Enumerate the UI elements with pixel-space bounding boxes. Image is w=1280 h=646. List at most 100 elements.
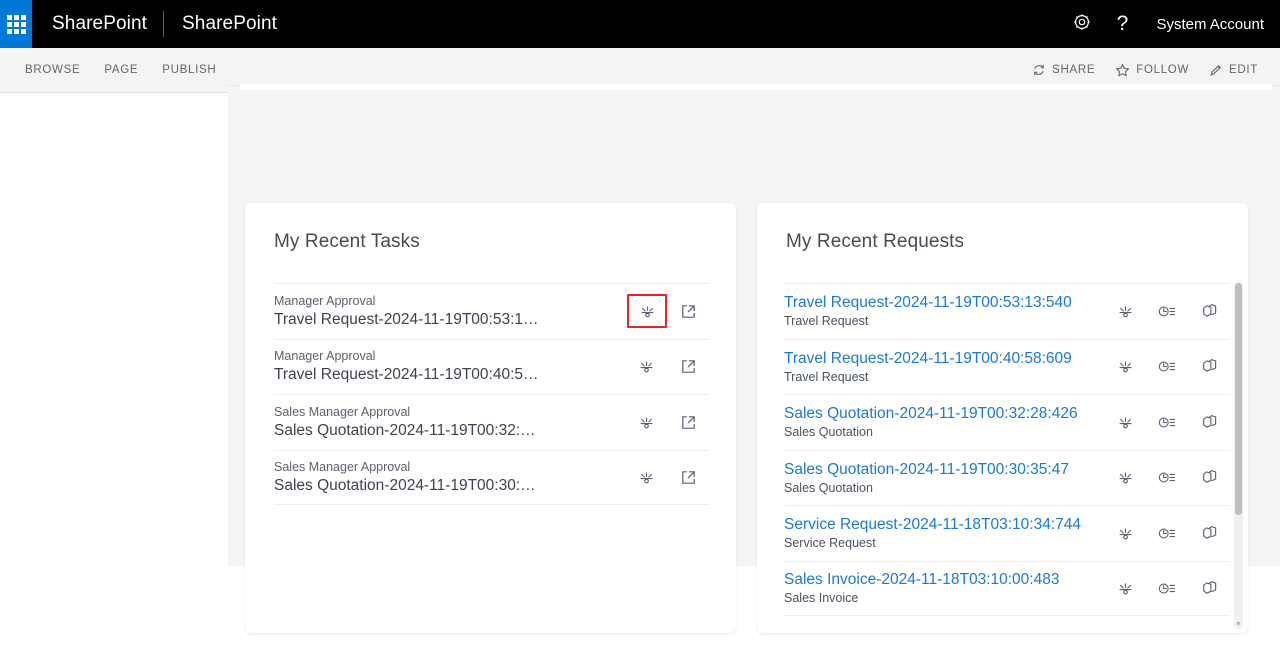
history-clock-icon [1158,304,1176,319]
ribbon-tab-page[interactable]: PAGE [95,58,147,82]
request-type: Sales Invoice [784,591,859,606]
copy-duplicate-icon [1201,303,1218,320]
task-stage: Sales Manager Approval [274,404,411,419]
ribbon-tab-publish[interactable]: PUBLISH [153,58,225,82]
request-type: Service Request [784,536,876,551]
request-title-link[interactable]: Travel Request-2024-11-19T00:53:13:540 [784,292,1104,313]
request-text: Sales Quotation-2024-11-19T00:32:28:426 … [784,403,1104,441]
copy-button[interactable] [1188,350,1230,384]
request-title-link[interactable]: Sales Invoice-2024-11-18T03:10:00:483 [784,569,1104,590]
task-text: Manager Approval Travel Request-2024-11-… [274,293,627,330]
star-icon [1115,63,1130,78]
workflow-diagram-button[interactable] [625,350,667,384]
task-title: Sales Quotation-2024-11-19T00:32:… [274,421,536,439]
dashboard-cards: My Recent Tasks Manager Approval Travel … [245,203,1248,633]
task-actions [627,294,709,329]
task-text: Sales Manager Approval Sales Quotation-2… [274,404,625,441]
open-in-new-window-button[interactable] [667,405,709,439]
edit-button[interactable]: EDIT [1201,57,1266,83]
history-clock-icon [1158,526,1176,541]
task-text: Sales Manager Approval Sales Quotation-2… [274,459,625,496]
help-button[interactable]: ? [1102,0,1142,48]
table-row[interactable]: Sales Quotation-2024-11-19T00:32:28:426 … [784,394,1230,450]
scrollbar-down-arrow[interactable]: ▼ [1234,620,1243,629]
workflow-diagram-icon [638,469,655,486]
task-text: Manager Approval Travel Request-2024-11-… [274,348,625,385]
table-row[interactable]: Travel Request-2024-11-19T00:40:58:609 T… [784,338,1230,395]
request-title-link[interactable]: Travel Request-2024-11-19T00:40:58:609 [784,348,1104,369]
history-button[interactable] [1146,294,1188,328]
copy-duplicate-icon [1201,525,1218,542]
workflow-diagram-button[interactable] [1104,294,1146,328]
workflow-diagram-button[interactable] [1104,571,1146,605]
copy-button[interactable] [1188,294,1230,328]
workflow-diagram-button[interactable] [1104,516,1146,550]
user-account-menu[interactable]: System Account [1142,16,1280,33]
waffle-grid-icon [6,14,26,34]
share-button[interactable]: SHARE [1024,57,1103,83]
history-clock-icon [1158,359,1176,374]
history-button[interactable] [1146,350,1188,384]
open-in-new-window-icon [680,414,697,431]
share-icon [1032,63,1046,77]
table-row[interactable]: Sales Invoice-2024-11-18T03:10:00:483 Sa… [784,560,1230,616]
copy-button[interactable] [1188,405,1230,439]
workflow-diagram-button[interactable] [625,460,667,494]
copy-button[interactable] [1188,461,1230,495]
history-clock-icon [1158,415,1176,430]
workflow-diagram-button[interactable] [1104,405,1146,439]
table-row[interactable]: Sales Quotation-2024-11-19T00:30:35:47 S… [784,449,1230,506]
open-in-new-window-button[interactable] [667,460,709,494]
copy-button[interactable] [1188,571,1230,605]
table-row[interactable]: Sales Manager Approval Sales Quotation-2… [274,449,709,505]
copy-button[interactable] [1188,516,1230,550]
app-launcher-button[interactable] [0,0,32,48]
suite-brand-link[interactable]: SharePoint [32,13,163,35]
workflow-diagram-button[interactable] [627,294,667,329]
requests-scrollbar[interactable]: ▲ ▼ [1234,281,1243,629]
history-button[interactable] [1146,405,1188,439]
table-row[interactable]: Service Request-2024-11-18T03:10:34:744 … [784,505,1230,561]
webpart-zone-top-card-edge [240,84,1272,90]
my-recent-requests-card: My Recent Requests Travel Request-2024-1… [757,203,1248,633]
request-type: Sales Quotation [784,425,873,440]
workflow-diagram-button[interactable] [1104,350,1146,384]
request-type: Travel Request [784,314,869,329]
gear-icon [1072,12,1092,37]
scrollbar-thumb[interactable] [1235,283,1242,515]
workflow-diagram-button[interactable] [1104,461,1146,495]
copy-duplicate-icon [1201,469,1218,486]
table-row[interactable]: Manager Approval Travel Request-2024-11-… [274,338,709,395]
open-in-new-window-button[interactable] [667,350,709,384]
workflow-diagram-button[interactable] [625,405,667,439]
request-title-link[interactable]: Service Request-2024-11-18T03:10:34:744 [784,514,1104,535]
edit-label: EDIT [1229,64,1258,76]
task-stage: Manager Approval [274,293,376,308]
site-title-link[interactable]: SharePoint [164,13,295,35]
my-recent-tasks-title: My Recent Tasks [274,231,420,252]
ribbon-tab-browse[interactable]: BROWSE [16,58,89,82]
task-actions [625,350,709,384]
follow-button[interactable]: FOLLOW [1107,57,1197,84]
workflow-diagram-icon [1117,358,1134,375]
open-in-new-window-icon [680,303,697,320]
request-type: Travel Request [784,369,869,384]
request-title-link[interactable]: Sales Quotation-2024-11-19T00:32:28:426 [784,403,1104,424]
history-button[interactable] [1146,461,1188,495]
table-row[interactable]: Manager Approval Travel Request-2024-11-… [274,283,709,339]
request-actions [1104,571,1230,605]
ribbon-action-list: SHARE FOLLOW EDIT [1024,57,1280,84]
request-text: Travel Request-2024-11-19T00:53:13:540 T… [784,292,1104,330]
tasks-list: Manager Approval Travel Request-2024-11-… [245,283,736,505]
settings-button[interactable] [1062,0,1102,48]
workflow-diagram-icon [638,358,655,375]
history-button[interactable] [1146,571,1188,605]
table-row[interactable]: Travel Request-2024-11-19T00:53:13:540 T… [784,283,1230,339]
ribbon-tab-list: BROWSE PAGE PUBLISH [0,58,225,82]
my-recent-requests-title: My Recent Requests [786,231,965,252]
history-button[interactable] [1146,516,1188,550]
my-recent-tasks-card: My Recent Tasks Manager Approval Travel … [245,203,736,633]
open-in-new-window-button[interactable] [667,294,709,328]
table-row[interactable]: Sales Manager Approval Sales Quotation-2… [274,394,709,450]
request-title-link[interactable]: Sales Quotation-2024-11-19T00:30:35:47 [784,459,1104,480]
